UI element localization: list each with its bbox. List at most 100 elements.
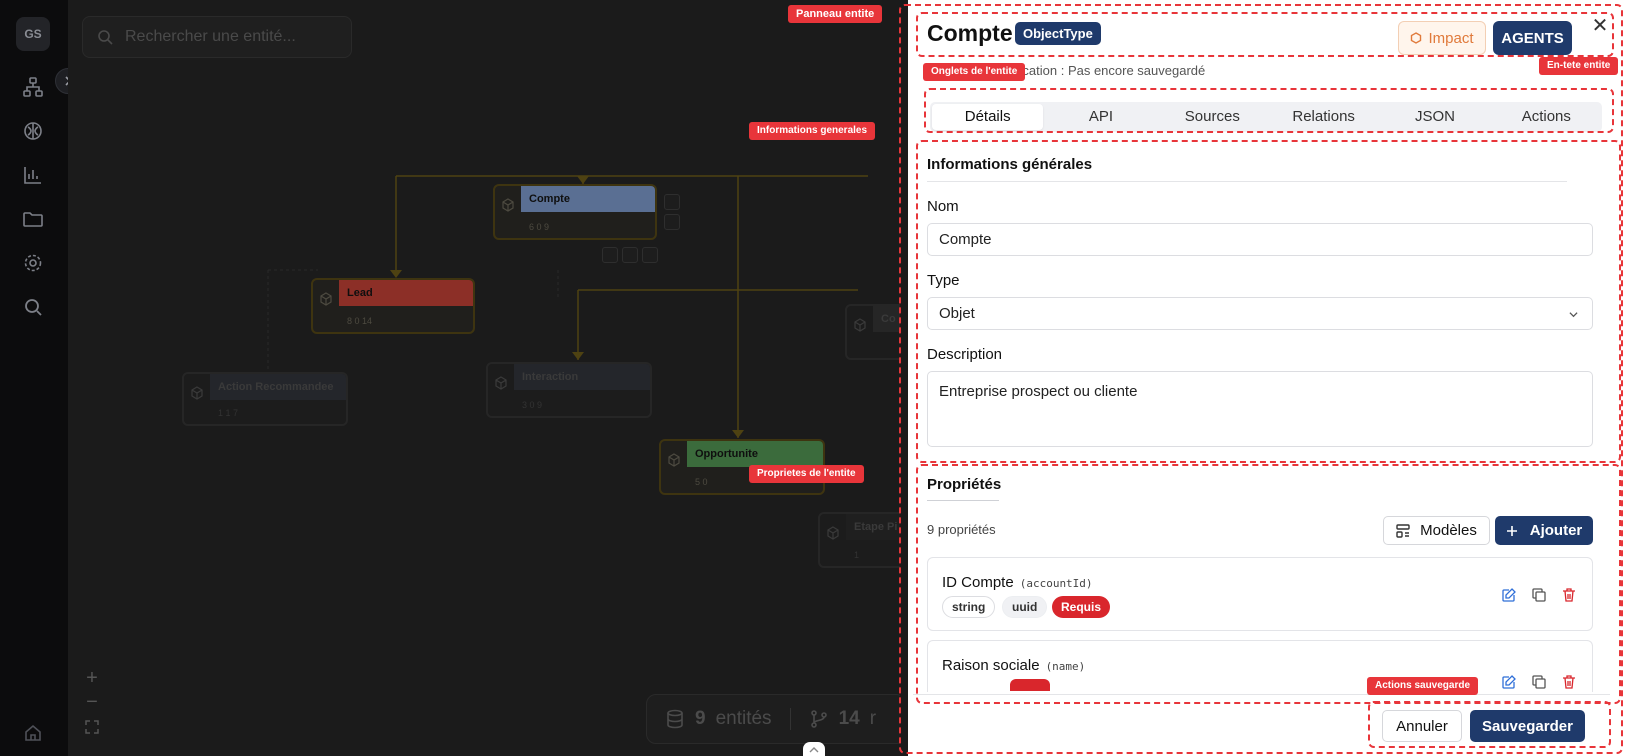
zoom-out-button[interactable]: − — [82, 692, 102, 712]
name-input[interactable]: Compte — [927, 223, 1593, 256]
graph-stats-bar: 9 entités 14 r — [646, 694, 906, 744]
graph-node-lead[interactable]: Lead 8 0 14 — [311, 278, 475, 334]
cube-icon — [191, 386, 203, 400]
node-label: Action Recommandee — [210, 374, 346, 400]
chevron-up-icon — [809, 747, 819, 753]
trash-icon[interactable] — [1562, 588, 1576, 602]
edit-icon[interactable] — [1502, 675, 1516, 689]
property-name: Raison sociale (name) — [942, 657, 1085, 674]
cube-icon — [854, 318, 866, 332]
node-stats: 5 0 — [695, 477, 708, 487]
node-label: Etape Pi — [846, 514, 906, 540]
property-name: ID Compte (accountId) — [942, 574, 1093, 591]
app-logo[interactable]: GS — [16, 17, 50, 51]
tab-details[interactable]: Détails — [932, 104, 1044, 130]
general-info-title: Informations générales — [927, 156, 1093, 173]
tab-json[interactable]: JSON — [1379, 102, 1490, 132]
node-label: Lead — [339, 280, 473, 306]
annotation-label-properties: Proprietes de l'entite — [749, 465, 864, 483]
node-label: Opportunite — [687, 441, 823, 467]
annotation-label-general: Informations generales — [749, 122, 876, 140]
graph-node-etape[interactable]: Etape Pi 1 — [818, 512, 908, 568]
node-stats: 8 0 14 — [347, 316, 373, 326]
node-label: Co — [873, 306, 903, 332]
plus-icon — [1506, 525, 1517, 536]
node-label: Interaction — [514, 364, 650, 390]
type-select[interactable]: Objet — [927, 297, 1593, 330]
property-tag-format: uuid — [1002, 596, 1048, 618]
property-key: (name) — [1045, 660, 1086, 673]
node-database-button[interactable] — [664, 214, 680, 230]
graph-canvas[interactable]: Rechercher une entité... Compte 6 0 9 Le… — [68, 0, 908, 756]
graph-node-co[interactable]: Co — [845, 304, 905, 360]
scroll-up-button[interactable] — [803, 742, 825, 756]
search-icon[interactable] — [20, 294, 46, 320]
entity-type-badge: ObjectType — [1015, 22, 1101, 45]
node-action-button[interactable] — [642, 247, 658, 263]
property-key: (accountId) — [1019, 577, 1093, 590]
graph-node-interaction[interactable]: Interaction 3 0 9 — [486, 362, 652, 418]
node-stats: 1 — [854, 550, 860, 560]
trash-icon[interactable] — [1562, 675, 1576, 689]
node-label: Compte — [521, 186, 655, 212]
settings-icon[interactable] — [20, 250, 46, 276]
annotation-label-header: En-tete entite — [1539, 57, 1619, 75]
property-tag-type: string — [942, 596, 996, 618]
property-tag-required-partial — [1010, 679, 1050, 691]
node-stats: 1 1 7 — [218, 408, 239, 418]
chart-icon[interactable] — [20, 162, 46, 188]
tab-relations[interactable]: Relations — [1268, 102, 1379, 132]
description-value: Entreprise prospect ou cliente — [939, 383, 1138, 400]
node-stats: 3 0 9 — [522, 400, 543, 410]
fit-view-button[interactable] — [82, 718, 102, 738]
close-panel-button[interactable]: ✕ — [1590, 16, 1610, 36]
tab-api[interactable]: API — [1045, 102, 1156, 132]
node-link-button[interactable] — [622, 247, 638, 263]
property-name-text: ID Compte — [942, 574, 1014, 591]
tab-sources[interactable]: Sources — [1157, 102, 1268, 132]
cube-icon — [668, 453, 680, 467]
panel-divider — [900, 0, 908, 756]
save-button[interactable]: Sauvegarder — [1470, 710, 1585, 742]
cube-icon — [495, 376, 507, 390]
description-label: Description — [927, 346, 1003, 363]
property-card[interactable]: Raison sociale (name) — [927, 640, 1593, 692]
node-doc-button[interactable] — [602, 247, 618, 263]
property-card[interactable]: ID Compte (accountId) string uuid Requis — [927, 557, 1593, 631]
cube-icon — [502, 198, 514, 212]
type-label: Type — [927, 272, 960, 289]
modification-status: ification : Pas encore sauvegardé — [1013, 63, 1205, 78]
agents-button[interactable]: AGENTS — [1493, 21, 1572, 55]
zoom-in-button[interactable]: + — [82, 668, 102, 688]
description-textarea[interactable]: Entreprise prospect ou cliente — [927, 371, 1593, 447]
database-icon — [667, 709, 683, 729]
add-label: Ajouter — [1529, 522, 1583, 539]
add-property-button[interactable]: Ajouter — [1495, 516, 1593, 545]
properties-title: Propriétés — [927, 476, 1002, 493]
git-branch-icon — [810, 710, 827, 728]
hexagon-icon — [1411, 32, 1422, 44]
entities-label: entités — [715, 708, 772, 729]
entity-tabs: Détails API Sources Relations JSON Actio… — [930, 102, 1602, 132]
entity-title: Compte — [927, 20, 1013, 46]
copy-icon[interactable] — [1532, 588, 1546, 602]
graph-icon[interactable] — [20, 74, 46, 100]
home-icon[interactable] — [20, 720, 46, 746]
folder-icon[interactable] — [20, 206, 46, 232]
graph-node-compte[interactable]: Compte 6 0 9 — [493, 184, 657, 240]
tab-actions[interactable]: Actions — [1491, 102, 1602, 132]
graph-node-action-recommandee[interactable]: Action Recommandee 1 1 7 — [182, 372, 348, 426]
copy-icon[interactable] — [1532, 675, 1546, 689]
models-button[interactable]: Modèles — [1383, 516, 1490, 545]
type-value: Objet — [939, 305, 975, 322]
node-stats: 6 0 9 — [529, 222, 550, 232]
template-icon — [1396, 523, 1410, 538]
cancel-button[interactable]: Annuler — [1382, 710, 1462, 742]
brain-icon[interactable] — [20, 118, 46, 144]
left-rail: GS — [0, 0, 81, 756]
footer-divider — [913, 694, 1610, 695]
node-history-button[interactable] — [664, 194, 680, 210]
edit-icon[interactable] — [1502, 588, 1516, 602]
impact-button[interactable]: Impact — [1398, 21, 1486, 55]
relations-label: r — [869, 708, 877, 729]
